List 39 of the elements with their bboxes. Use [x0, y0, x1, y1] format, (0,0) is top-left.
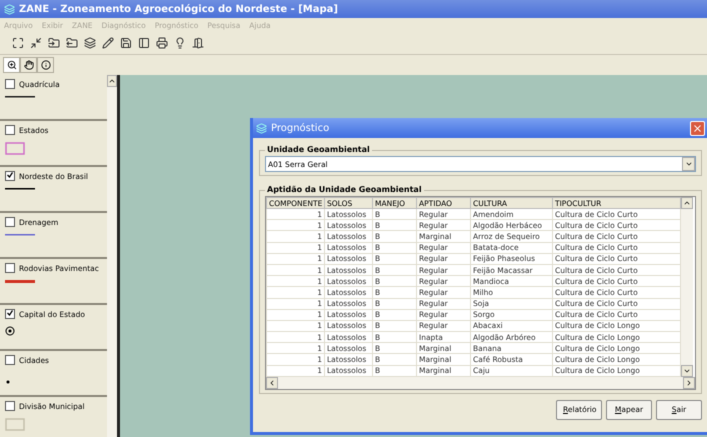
group-label: Unidade Geoambiental: [265, 145, 372, 154]
panel-icon[interactable]: [138, 37, 150, 49]
close-button[interactable]: [690, 120, 705, 136]
checkbox[interactable]: [5, 309, 15, 319]
info-icon: [40, 60, 50, 70]
hand-icon: [24, 60, 34, 70]
checkbox[interactable]: [5, 355, 15, 365]
horizontal-scrollbar[interactable]: [266, 376, 695, 389]
scroll-up-icon[interactable]: [108, 77, 116, 85]
group-label: Aptidão da Unidade Geoambiental: [265, 185, 424, 194]
vertical-scrollbar[interactable]: [681, 197, 693, 377]
close-icon: [692, 122, 703, 134]
open-icon[interactable]: [48, 37, 60, 49]
lightbulb-icon[interactable]: [174, 37, 186, 49]
checkbox[interactable]: [5, 79, 15, 89]
scrollbar[interactable]: [107, 75, 117, 437]
checkbox[interactable]: [5, 401, 15, 411]
info-tool-button[interactable]: [37, 57, 54, 73]
checkbox[interactable]: [5, 171, 15, 181]
scroll-right-icon[interactable]: [685, 378, 693, 387]
print-icon[interactable]: [156, 37, 168, 49]
layers-icon[interactable]: [84, 37, 96, 49]
zoom-extent-icon[interactable]: [12, 37, 24, 49]
zoom-in-icon: [6, 60, 16, 70]
save-icon[interactable]: [120, 37, 132, 49]
window-title: ZANE - Zoneamento Agroecológico do Nordeste - [Mapa]: [19, 4, 338, 14]
app-icon: [256, 122, 267, 134]
zoom-out-extent-icon[interactable]: [30, 37, 42, 49]
checkbox[interactable]: [5, 125, 15, 135]
checkbox[interactable]: [5, 263, 15, 273]
scroll-up-icon[interactable]: [683, 199, 691, 207]
pan-tool-button[interactable]: [20, 57, 37, 73]
zoom-tool-button[interactable]: [3, 57, 20, 73]
scroll-left-icon[interactable]: [268, 378, 276, 387]
app-icon: [4, 4, 15, 14]
dialog-title: Prognóstico: [271, 122, 330, 134]
pencil-icon[interactable]: [102, 37, 114, 49]
export-icon[interactable]: [66, 37, 78, 49]
checkbox[interactable]: [5, 217, 15, 227]
